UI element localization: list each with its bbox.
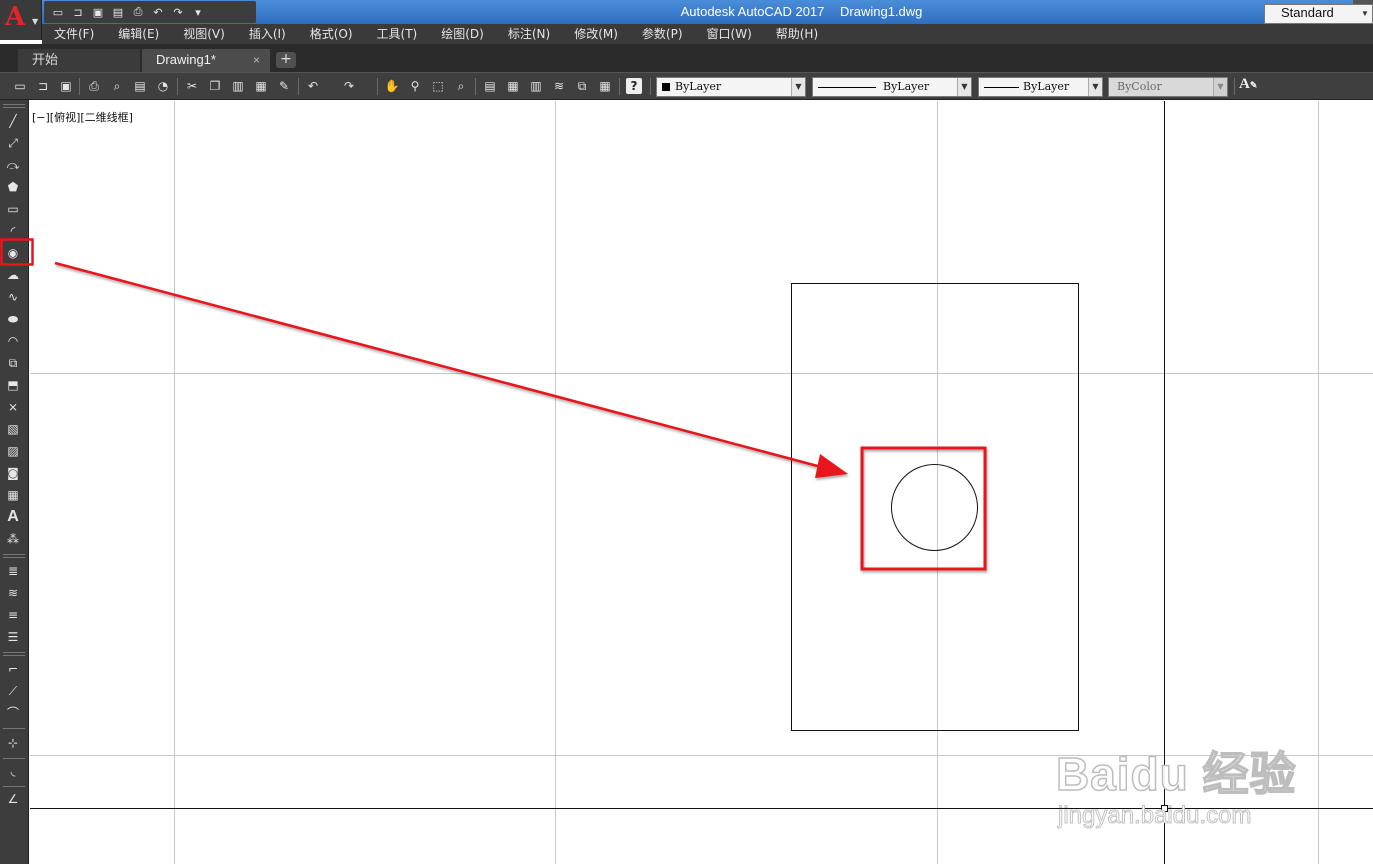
rectangle-entity xyxy=(791,283,1079,731)
watermark-url: jingyan.baidu.com xyxy=(1057,802,1252,830)
tool-highlight-box xyxy=(0,238,34,266)
arrow-shaft xyxy=(54,261,826,470)
pointer-arrow xyxy=(54,261,848,478)
watermark-brand: Baidu 经验 xyxy=(1055,747,1297,801)
circle-entity xyxy=(891,464,978,551)
viewport-controls-label[interactable]: [−][俯视][二维线框] xyxy=(32,109,133,125)
arrow-head xyxy=(815,454,848,478)
baidu-watermark: Baidu 经验 jingyan.baidu.com xyxy=(1055,714,1326,834)
